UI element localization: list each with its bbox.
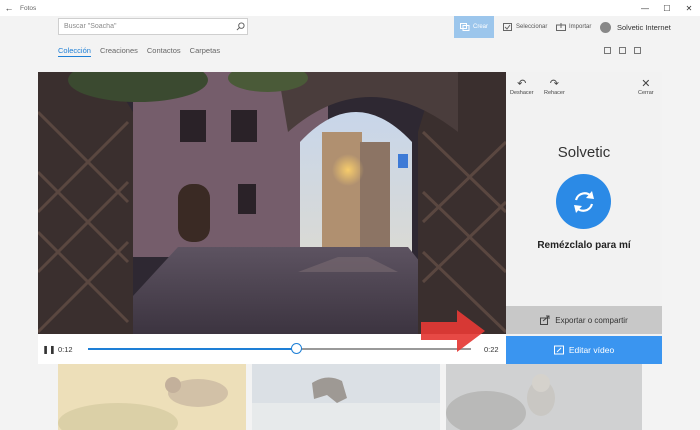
close-label: Cerrar — [638, 90, 654, 96]
edit-label: Editar vídeo — [568, 345, 615, 355]
remix-panel: ↶ Deshacer ↷ Rehacer ✕ Cerrar Solvetic R… — [506, 72, 662, 364]
undo-icon: ↶ — [517, 78, 527, 90]
nav-tabs: Colección Creaciones Contactos Carpetas — [58, 46, 220, 57]
share-icon — [540, 315, 550, 325]
create-label: Crear — [472, 24, 488, 30]
select-button[interactable]: Seleccionar — [503, 16, 547, 38]
seek-thumb[interactable] — [291, 343, 303, 354]
create-button[interactable]: Crear — [454, 16, 494, 38]
app-header: Crear Seleccionar Importar Solvetic Inte… — [0, 16, 700, 40]
close-window-icon[interactable]: ✕ — [678, 0, 700, 16]
view-options — [604, 47, 641, 54]
photo-thumbnail-leopard[interactable] — [446, 363, 642, 430]
redo-button[interactable]: ↷ Rehacer — [544, 78, 565, 96]
window-title: Fotos — [20, 4, 37, 12]
minimize-icon[interactable]: — — [634, 0, 656, 16]
close-panel-button[interactable]: ✕ Cerrar — [638, 78, 654, 96]
red-arrow-icon — [421, 310, 485, 352]
seek-bar[interactable] — [88, 343, 471, 354]
select-icon — [503, 23, 512, 31]
undo-button[interactable]: ↶ Deshacer — [510, 78, 534, 96]
tab-carpetas[interactable]: Carpetas — [190, 46, 220, 57]
redo-label: Rehacer — [544, 90, 565, 96]
edit-video-icon — [553, 345, 564, 355]
maximize-icon[interactable]: ☐ — [656, 0, 678, 16]
tab-contactos[interactable]: Contactos — [147, 46, 181, 57]
create-icon — [459, 23, 470, 31]
tab-creaciones[interactable]: Creaciones — [100, 46, 138, 57]
pause-icon[interactable]: ❚❚ — [40, 345, 58, 354]
view-small-icon[interactable] — [634, 47, 641, 54]
import-label: Importar — [569, 24, 592, 30]
export-label: Exportar o compartir — [555, 315, 628, 325]
current-time: 0:12 — [58, 344, 73, 354]
back-arrow-icon[interactable]: ← — [0, 3, 18, 13]
tab-coleccion[interactable]: Colección — [58, 46, 91, 57]
video-title: Solvetic — [557, 144, 611, 161]
import-icon — [556, 23, 566, 31]
close-icon: ✕ — [641, 78, 651, 90]
import-button[interactable]: Importar — [556, 16, 591, 38]
remix-label: Remézclalo para mí — [537, 240, 631, 251]
seek-progress — [88, 348, 297, 350]
user-account[interactable]: Solvetic Internet — [600, 16, 671, 38]
refresh-icon — [573, 190, 594, 213]
view-large-icon[interactable] — [604, 47, 611, 54]
photo-thumbnail-weasel[interactable] — [58, 363, 246, 430]
redo-icon: ↷ — [549, 78, 559, 90]
avatar — [600, 21, 611, 33]
video-preview[interactable] — [38, 72, 506, 334]
search-icon[interactable] — [233, 20, 247, 34]
undo-label: Deshacer — [510, 90, 534, 96]
export-share-button[interactable]: Exportar o compartir — [506, 306, 662, 334]
select-label: Seleccionar — [516, 24, 548, 30]
edit-video-button[interactable]: Editar vídeo — [506, 336, 662, 364]
user-name: Solvetic Internet — [617, 22, 671, 32]
search-input[interactable] — [64, 23, 233, 30]
title-bar: ← Fotos — ☐ ✕ — [0, 0, 700, 16]
search-box[interactable] — [58, 18, 248, 35]
photo-thumbnail-horse[interactable] — [252, 363, 440, 430]
window-controls: — ☐ ✕ — [634, 0, 700, 16]
view-grid-icon[interactable] — [619, 47, 626, 54]
remix-button[interactable] — [556, 174, 611, 229]
